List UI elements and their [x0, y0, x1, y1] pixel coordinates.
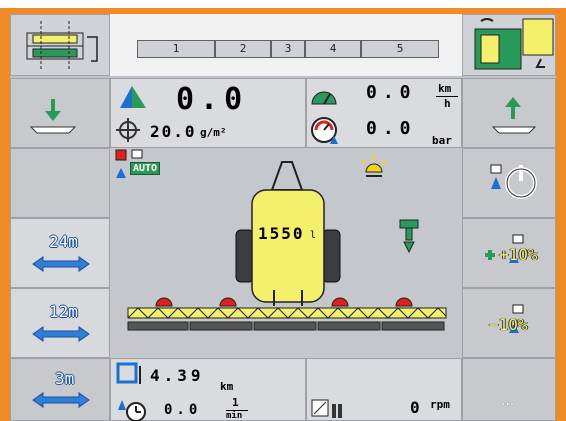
- left-spare-button[interactable]: [10, 148, 110, 218]
- boom-lower-icon: [29, 99, 77, 134]
- left-right-arrow-icon: [32, 256, 90, 272]
- boom-raise-button[interactable]: [462, 78, 556, 148]
- target-icon: [116, 118, 140, 142]
- pto-shaft-icon: [311, 399, 342, 418]
- rate-unit: g/m²: [200, 126, 227, 139]
- speedometer-icon: [311, 91, 337, 105]
- section-3[interactable]: 3: [271, 40, 305, 58]
- width-12m-label: 12m: [49, 302, 78, 321]
- rate-plus-button[interactable]: +10%: [462, 218, 556, 288]
- rate-value: 20.0: [150, 122, 197, 141]
- more-label: ...: [501, 393, 515, 409]
- boom-overview-button[interactable]: [10, 14, 110, 76]
- spray-power-button[interactable]: [462, 148, 556, 218]
- width-24m-button[interactable]: 24m: [10, 218, 110, 288]
- speed-value: 0.0: [366, 82, 417, 103]
- rate-minus-button[interactable]: −10%: [462, 288, 556, 358]
- width-3m-button[interactable]: 3m: [10, 358, 110, 421]
- section-4[interactable]: 4: [305, 40, 361, 58]
- spray-on-off-icon: [490, 164, 537, 199]
- tank-unit: l: [310, 230, 317, 241]
- speed-unit-top: km: [438, 82, 452, 95]
- more-button[interactable]: ...: [462, 358, 556, 421]
- sprayer-diagram: [127, 161, 447, 331]
- width-12m-button[interactable]: 12m: [10, 288, 110, 358]
- pressure-unit: bar: [432, 134, 452, 147]
- section-2[interactable]: 2: [215, 40, 271, 58]
- section-switch-icon: [474, 18, 554, 70]
- section-1[interactable]: 1: [137, 40, 215, 58]
- pressure-gauge-icon: [311, 117, 338, 144]
- rate-minus-label: −10%: [489, 315, 528, 334]
- left-right-arrow-icon: [32, 326, 90, 342]
- width-24m-label: 24m: [49, 232, 78, 251]
- distance-value: 4.39: [150, 366, 205, 385]
- clock-icon: [118, 400, 146, 421]
- main-value: 0.0: [176, 82, 249, 117]
- speed-unit-bottom: h: [444, 97, 451, 110]
- boom-section-grid-icon: [26, 21, 98, 71]
- distance-icon: [116, 362, 141, 384]
- left-right-arrow-icon: [32, 392, 90, 408]
- section-5[interactable]: 5: [361, 40, 439, 58]
- distance-unit: km: [220, 380, 234, 393]
- tank-level: 1550: [258, 224, 305, 243]
- rate-plus-label: +10%: [499, 245, 538, 264]
- time-unit-bottom: min: [226, 411, 243, 421]
- width-3m-label: 3m: [55, 369, 75, 388]
- time-unit-top: 1: [232, 396, 239, 409]
- boom-lower-button[interactable]: [10, 78, 110, 148]
- terminal-screen: 1 2 3 4 5 24m 12m 3m +10% −10% ... 0.0 2…: [0, 0, 566, 421]
- rpm-unit: rpm: [430, 398, 450, 411]
- time-value: 0.0: [164, 402, 202, 418]
- boom-raise-icon: [491, 97, 537, 134]
- pressure-value: 0.0: [366, 118, 417, 139]
- area-rate-icon: [120, 86, 146, 108]
- section-switch-button[interactable]: [462, 14, 556, 76]
- rpm-value: 0: [410, 398, 420, 417]
